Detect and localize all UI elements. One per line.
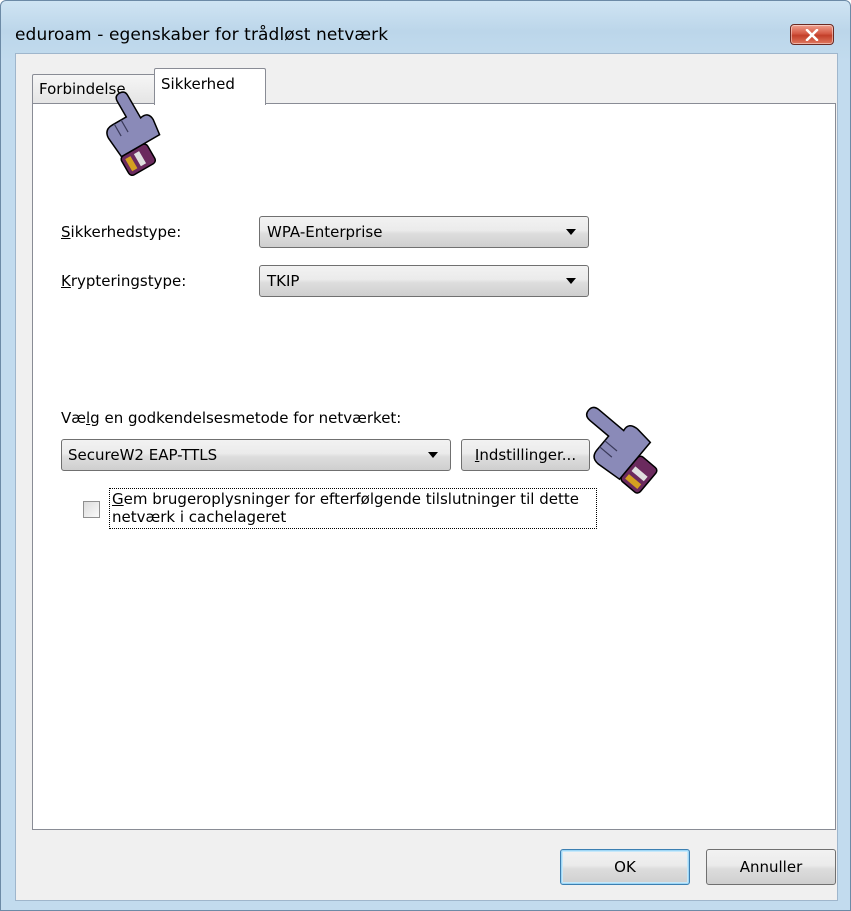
security-tab-panel: Sikkerhedstype: WPA-Enterprise Krypterin…	[32, 103, 836, 830]
security-type-value: WPA-Enterprise	[267, 223, 383, 241]
dialog-window: eduroam - egenskaber for trådløst netvær…	[0, 0, 851, 911]
hand-pointer-icon	[106, 91, 161, 176]
security-type-label: Sikkerhedstype:	[61, 223, 181, 241]
chevron-down-icon	[566, 278, 576, 284]
chevron-down-icon	[566, 229, 576, 235]
hand-pointer-icon	[585, 406, 658, 494]
ok-button-label: OK	[614, 858, 636, 876]
cancel-button[interactable]: Annuller	[706, 849, 836, 885]
settings-label-rest: ndstillinger...	[479, 446, 577, 464]
title-bar[interactable]: eduroam - egenskaber for trådløst netvær…	[1, 1, 850, 53]
encryption-type-label: Krypteringstype:	[61, 272, 186, 290]
encryption-type-accesskey: K	[61, 272, 71, 290]
ok-button[interactable]: OK	[560, 849, 690, 885]
encryption-type-value: TKIP	[267, 272, 300, 290]
cache-credentials-accesskey: G	[112, 490, 124, 508]
auth-method-value: SecureW2 EAP-TTLS	[68, 446, 218, 464]
auth-method-label-rest: g en godkendelsesmetode for netværket:	[90, 409, 402, 427]
auth-method-select[interactable]: SecureW2 EAP-TTLS	[61, 439, 451, 471]
encryption-type-label-rest: rypteringstype:	[70, 272, 187, 290]
cancel-button-label: Annuller	[739, 858, 803, 876]
security-type-label-rest: ikkerhedstype:	[70, 223, 182, 241]
close-button[interactable]	[790, 24, 834, 45]
security-type-select[interactable]: WPA-Enterprise	[259, 216, 589, 248]
close-icon	[805, 28, 819, 41]
auth-method-label-start: Væ	[61, 409, 86, 427]
auth-method-label: Vælg en godkendelsesmetode for netværket…	[61, 409, 401, 427]
security-type-accesskey: S	[61, 223, 71, 241]
cache-credentials-label-rest: em brugeroplysninger for efterfølgende t…	[112, 490, 579, 526]
cache-credentials-checkbox[interactable]	[83, 501, 100, 518]
encryption-type-select[interactable]: TKIP	[259, 265, 589, 297]
chevron-down-icon	[428, 452, 438, 458]
cache-credentials-label[interactable]: Gem brugeroplysninger for efterfølgende …	[109, 488, 597, 529]
window-title: eduroam - egenskaber for trådløst netvær…	[15, 25, 389, 45]
